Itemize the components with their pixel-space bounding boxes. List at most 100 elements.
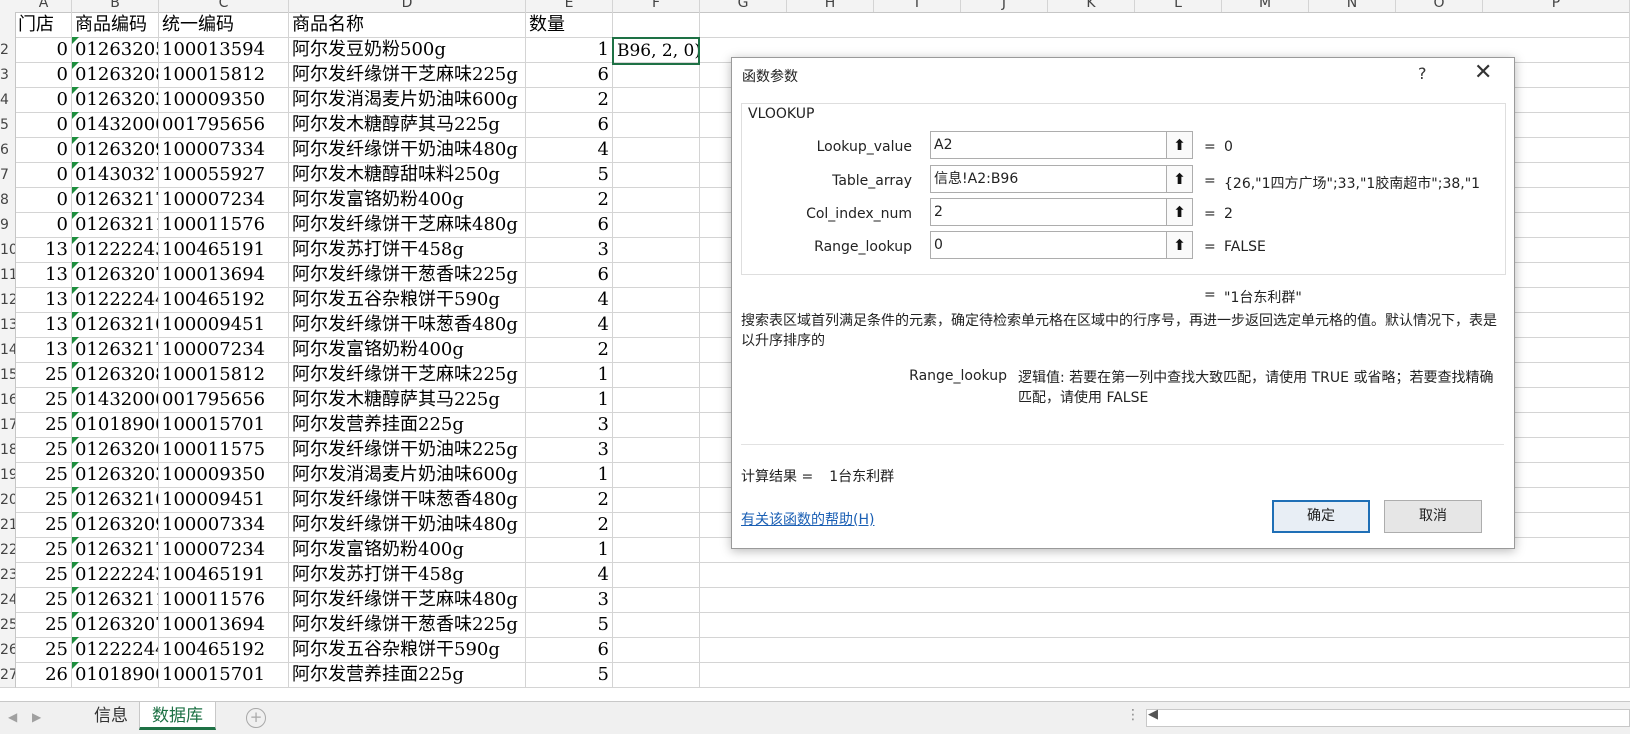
cell-quantity[interactable]: 6: [526, 62, 613, 88]
cell[interactable]: [700, 612, 1630, 638]
cell[interactable]: [613, 237, 700, 263]
range-lookup-input[interactable]: 0: [930, 231, 1167, 259]
col-header-f[interactable]: F: [613, 0, 700, 12]
cell[interactable]: [613, 462, 700, 488]
cell[interactable]: [613, 287, 700, 313]
cell-quantity[interactable]: 3: [526, 237, 613, 263]
col-header-a[interactable]: A: [16, 0, 72, 12]
row-header[interactable]: 21: [0, 512, 16, 538]
col-header-j[interactable]: J: [961, 0, 1048, 12]
cell[interactable]: [613, 187, 700, 213]
cell-store[interactable]: 0: [16, 112, 72, 138]
cell-product-code[interactable]: 01263208: [72, 362, 159, 388]
row-header[interactable]: 18: [0, 437, 16, 463]
cell-product-code[interactable]: 01263203: [72, 87, 159, 113]
tab-scroll-left-icon[interactable]: ◀: [8, 710, 17, 724]
cell[interactable]: [613, 387, 700, 413]
cell-product-name[interactable]: 阿尔发木糖醇甜味料250g: [289, 162, 526, 188]
cell-store[interactable]: 13: [16, 262, 72, 288]
row-header[interactable]: [0, 12, 16, 38]
cell-store[interactable]: 13: [16, 287, 72, 313]
cell-unified-code[interactable]: 100007334: [159, 512, 289, 538]
row-header[interactable]: 6: [0, 137, 16, 163]
sheet-tab-database[interactable]: 数据库: [139, 702, 216, 730]
cell-product-code[interactable]: 01263207: [72, 612, 159, 638]
col-header-o[interactable]: O: [1396, 0, 1483, 12]
active-cell-f2[interactable]: B96, 2, 0): [612, 37, 700, 65]
cell[interactable]: [700, 562, 1630, 588]
cell-product-name[interactable]: 阿尔发五谷杂粮饼干590g: [289, 637, 526, 663]
header-cell-unified-code[interactable]: 统一编码: [159, 12, 289, 38]
row-header[interactable]: 5: [0, 112, 16, 138]
cell-unified-code[interactable]: 100009451: [159, 487, 289, 513]
sheet-tab-info[interactable]: 信息: [82, 702, 140, 730]
cell-product-code[interactable]: 01432000: [72, 387, 159, 413]
cell-quantity[interactable]: 3: [526, 587, 613, 613]
cell-store[interactable]: 0: [16, 162, 72, 188]
cell-quantity[interactable]: 2: [526, 187, 613, 213]
cell-product-name[interactable]: 阿尔发富铬奶粉400g: [289, 337, 526, 363]
row-header[interactable]: 9: [0, 212, 16, 238]
cell-quantity[interactable]: 3: [526, 412, 613, 438]
cell-quantity[interactable]: 6: [526, 112, 613, 138]
cell-store[interactable]: 0: [16, 137, 72, 163]
cell-product-name[interactable]: 阿尔发纤缘饼干奶油味480g: [289, 512, 526, 538]
cell-quantity[interactable]: 4: [526, 137, 613, 163]
cell[interactable]: [613, 62, 700, 88]
cell[interactable]: [613, 362, 700, 388]
col-header-b[interactable]: B: [72, 0, 159, 12]
cell-store[interactable]: 25: [16, 362, 72, 388]
cell-quantity[interactable]: 5: [526, 162, 613, 188]
function-help-link[interactable]: 有关该函数的帮助(H): [741, 509, 874, 529]
tab-scroll-right-icon[interactable]: ▶: [32, 710, 41, 724]
cell-unified-code[interactable]: 100013694: [159, 262, 289, 288]
cell-product-name[interactable]: 阿尔发纤缘饼干芝麻味225g: [289, 62, 526, 88]
cell-store[interactable]: 25: [16, 637, 72, 663]
cell-product-name[interactable]: 阿尔发苏打饼干458g: [289, 562, 526, 588]
cell-product-code[interactable]: 01222244: [72, 637, 159, 663]
cell-store[interactable]: 0: [16, 62, 72, 88]
cell-store[interactable]: 13: [16, 312, 72, 338]
cancel-button[interactable]: 取消: [1384, 500, 1482, 533]
cell-product-code[interactable]: 01263209: [72, 512, 159, 538]
cell[interactable]: [700, 12, 1630, 38]
cell-unified-code[interactable]: 100007234: [159, 187, 289, 213]
cell-product-name[interactable]: 阿尔发纤缘饼干葱香味225g: [289, 262, 526, 288]
cell-store[interactable]: 0: [16, 187, 72, 213]
row-header[interactable]: 14: [0, 337, 16, 363]
row-header[interactable]: 25: [0, 612, 16, 638]
row-header[interactable]: 11: [0, 262, 16, 288]
col-header-g[interactable]: G: [700, 0, 787, 12]
cell-quantity[interactable]: 6: [526, 262, 613, 288]
col-index-num-input[interactable]: 2: [930, 198, 1167, 226]
cell-product-name[interactable]: 阿尔发富铬奶粉400g: [289, 187, 526, 213]
collapse-dialog-icon[interactable]: ⬆: [1167, 131, 1193, 159]
cell-product-code[interactable]: 01222243: [72, 562, 159, 588]
cell-product-name[interactable]: 阿尔发消渴麦片奶油味600g: [289, 462, 526, 488]
cell-store[interactable]: 0: [16, 212, 72, 238]
cell-product-code[interactable]: 01432000: [72, 112, 159, 138]
cell-unified-code[interactable]: 100015701: [159, 662, 289, 688]
cell-quantity[interactable]: 2: [526, 487, 613, 513]
cell-quantity[interactable]: 4: [526, 287, 613, 313]
row-header[interactable]: 7: [0, 162, 16, 188]
cell[interactable]: [613, 112, 700, 138]
row-header[interactable]: 26: [0, 637, 16, 663]
cell-store[interactable]: 0: [16, 87, 72, 113]
cell-store[interactable]: 25: [16, 562, 72, 588]
col-header-l[interactable]: L: [1135, 0, 1222, 12]
cell[interactable]: [613, 437, 700, 463]
cell[interactable]: [613, 587, 700, 613]
cell-product-name[interactable]: 阿尔发营养挂面225g: [289, 412, 526, 438]
cell-product-name[interactable]: 阿尔发纤缘饼干奶油味480g: [289, 137, 526, 163]
cell-store[interactable]: 26: [16, 662, 72, 688]
col-header-n[interactable]: N: [1309, 0, 1396, 12]
row-header[interactable]: 15: [0, 362, 16, 388]
cell-store[interactable]: 13: [16, 237, 72, 263]
cell-product-name[interactable]: 阿尔发纤缘饼干芝麻味480g: [289, 587, 526, 613]
cell-store[interactable]: 25: [16, 537, 72, 563]
cell-store[interactable]: 25: [16, 587, 72, 613]
cell-unified-code[interactable]: 100465191: [159, 562, 289, 588]
cell-product-name[interactable]: 阿尔发营养挂面225g: [289, 662, 526, 688]
cell-unified-code[interactable]: 100465192: [159, 287, 289, 313]
